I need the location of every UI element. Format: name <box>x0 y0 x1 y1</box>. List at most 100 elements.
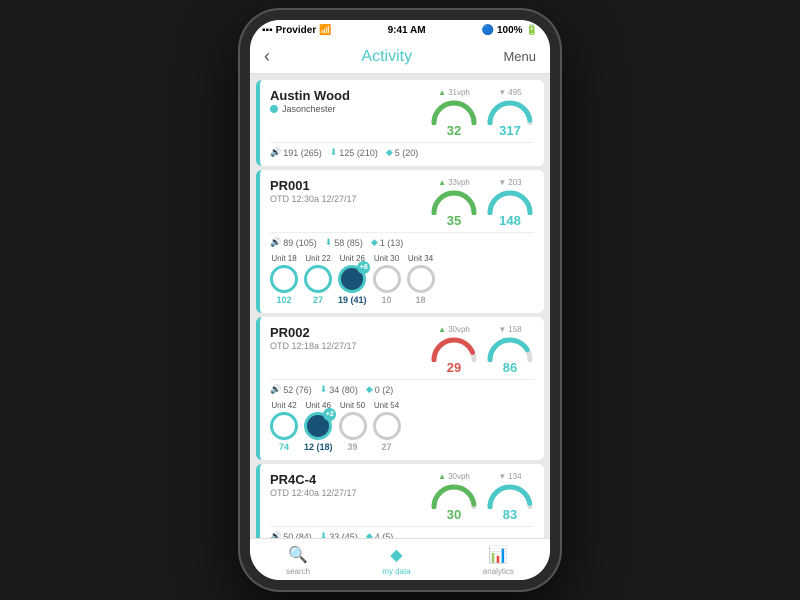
analytics-icon: 📊 <box>488 545 508 565</box>
gauge-speed-label: ▲ 31vph <box>438 88 470 97</box>
gauge-speed-label: ▲ 30vph <box>438 325 470 334</box>
stat-item-1: 🔊 89 (105) <box>270 237 317 248</box>
gauge-count-value: 86 <box>503 360 517 375</box>
card-header: PR002 OTD 12:18a 12/27/17 ▲ 30vph <box>270 325 534 375</box>
unit-50[interactable]: Unit 50 39 <box>339 401 367 452</box>
unit-42[interactable]: Unit 42 74 <box>270 401 298 452</box>
gauge-speed-visual <box>430 481 478 509</box>
location-label: Jasonchester <box>282 104 336 114</box>
stat-value-3: 1 (13) <box>380 238 404 248</box>
gauge-count-visual <box>486 334 534 362</box>
down-icon: ⬇ <box>330 147 338 158</box>
gauge-count-visual <box>486 97 534 125</box>
stat-item-1: 🔊 50 (84) <box>270 531 312 538</box>
unit-34[interactable]: Unit 34 18 <box>407 254 435 305</box>
status-left: ▪▪▪ Provider 📶 <box>262 25 332 36</box>
down-icon: ⬇ <box>320 384 328 395</box>
battery-label: 100% <box>497 25 523 36</box>
status-time: 9:41 AM <box>388 25 426 36</box>
status-right: 🔵 100% 🔋 <box>482 25 538 36</box>
nav-search[interactable]: 🔍 search <box>286 545 310 576</box>
gauge-count: ▼ 134 83 <box>486 472 534 522</box>
stat-value-2: 34 (80) <box>329 385 358 395</box>
unit-22-label: Unit 22 <box>305 254 330 263</box>
nav-mydata[interactable]: ◆ my data <box>382 545 410 576</box>
mic-icon: 🔊 <box>270 237 281 248</box>
unit-54-circle <box>373 412 401 440</box>
gauge-count-visual <box>486 481 534 509</box>
unit-46-circle: +2 <box>304 412 332 440</box>
mic-icon: 🔊 <box>270 531 281 538</box>
gauge-count-visual <box>486 187 534 215</box>
gauge-count-value: 148 <box>499 213 521 228</box>
unit-22[interactable]: Unit 22 27 <box>304 254 332 305</box>
unit-30-circle <box>373 265 401 293</box>
unit-18-count: 102 <box>276 295 291 305</box>
stat-item-1: 🔊 191 (265) <box>270 147 322 158</box>
card-location: Jasonchester <box>270 104 350 114</box>
card-pr4c4: PR4C-4 OTD 12:40a 12/27/17 ▲ 30vph <box>256 464 544 538</box>
unit-50-count: 39 <box>348 442 358 452</box>
stat-item-2: ⬇ 58 (85) <box>325 237 363 248</box>
battery-icon: 🔋 <box>526 25 538 36</box>
stats-row: 🔊 191 (265) ⬇ 125 (210) ◆ 5 (20) <box>270 147 534 158</box>
location-dot <box>270 105 278 113</box>
stat-value-2: 58 (85) <box>334 238 363 248</box>
card-header: Austin Wood Jasonchester ▲ 31vph <box>270 88 534 138</box>
unit-30-count: 10 <box>382 295 392 305</box>
unit-30[interactable]: Unit 30 10 <box>373 254 401 305</box>
gauge-speed-visual <box>430 97 478 125</box>
card-pr001: PR001 OTD 12:30a 12/27/17 ▲ 33vph <box>256 170 544 313</box>
gauge-count-label: ▼ 203 <box>498 178 521 187</box>
down-icon: ⬇ <box>320 531 328 538</box>
unit-26[interactable]: Unit 26 +8 19 (41) <box>338 254 367 305</box>
unit-34-label: Unit 34 <box>408 254 433 263</box>
nav-analytics[interactable]: 📊 analytics <box>483 545 514 576</box>
gauge-speed-label: ▲ 33vph <box>438 178 470 187</box>
menu-button[interactable]: Menu <box>503 49 536 64</box>
stat-value-2: 125 (210) <box>339 148 378 158</box>
nav-bar: ‹ Activity Menu <box>250 40 550 74</box>
unit-34-count: 18 <box>416 295 426 305</box>
gauge-count-value: 83 <box>503 507 517 522</box>
unit-54-count: 27 <box>382 442 392 452</box>
gauge-speed-value: 29 <box>447 360 461 375</box>
gauge-speed-value: 32 <box>447 123 461 138</box>
unit-18[interactable]: Unit 18 102 <box>270 254 298 305</box>
card-title: PR002 <box>270 325 357 340</box>
unit-54[interactable]: Unit 54 27 <box>373 401 401 452</box>
back-button[interactable]: ‹ <box>264 46 270 67</box>
gauge-speed: ▲ 33vph 35 <box>430 178 478 228</box>
unit-50-circle <box>339 412 367 440</box>
stat-item-2: ⬇ 33 (45) <box>320 531 358 538</box>
gauges-row: ▲ 31vph 32 ▼ <box>430 88 534 138</box>
gauge-count: ▼ 495 317 <box>486 88 534 138</box>
unit-46[interactable]: Unit 46 +2 12 (18) <box>304 401 333 452</box>
stat-item-3: ◆ 5 (20) <box>386 147 418 158</box>
units-row-pr002: Unit 42 74 Unit 46 +2 12 (18) Unit 50 <box>270 401 534 452</box>
unit-34-circle <box>407 265 435 293</box>
stat-value-1: 191 (265) <box>283 148 322 158</box>
unit-22-circle <box>304 265 332 293</box>
gauge-count-label: ▼ 495 <box>498 88 521 97</box>
stat-value-1: 52 (76) <box>283 385 312 395</box>
provider-label: Provider <box>276 25 317 36</box>
stats-row: 🔊 52 (76) ⬇ 34 (80) ◆ 0 (2) <box>270 384 534 395</box>
gauge-speed: ▲ 30vph 30 <box>430 472 478 522</box>
gauge-count-value: 317 <box>499 123 521 138</box>
nav-analytics-label: analytics <box>483 567 514 576</box>
unit-30-label: Unit 30 <box>374 254 399 263</box>
gauge-speed-value: 30 <box>447 507 461 522</box>
unit-42-count: 74 <box>279 442 289 452</box>
card-title: Austin Wood <box>270 88 350 103</box>
search-icon: 🔍 <box>288 545 308 565</box>
stat-item-2: ⬇ 125 (210) <box>330 147 378 158</box>
card-header: PR001 OTD 12:30a 12/27/17 ▲ 33vph <box>270 178 534 228</box>
card-title: PR4C-4 <box>270 472 357 487</box>
gauge-speed: ▲ 31vph 32 <box>430 88 478 138</box>
unit-26-count: 19 (41) <box>338 295 367 305</box>
diamond-icon: ◆ <box>366 531 373 538</box>
status-bar: ▪▪▪ Provider 📶 9:41 AM 🔵 100% 🔋 <box>250 20 550 40</box>
stat-value-3: 0 (2) <box>375 385 394 395</box>
gauges-row: ▲ 33vph 35 ▼ <box>430 178 534 228</box>
